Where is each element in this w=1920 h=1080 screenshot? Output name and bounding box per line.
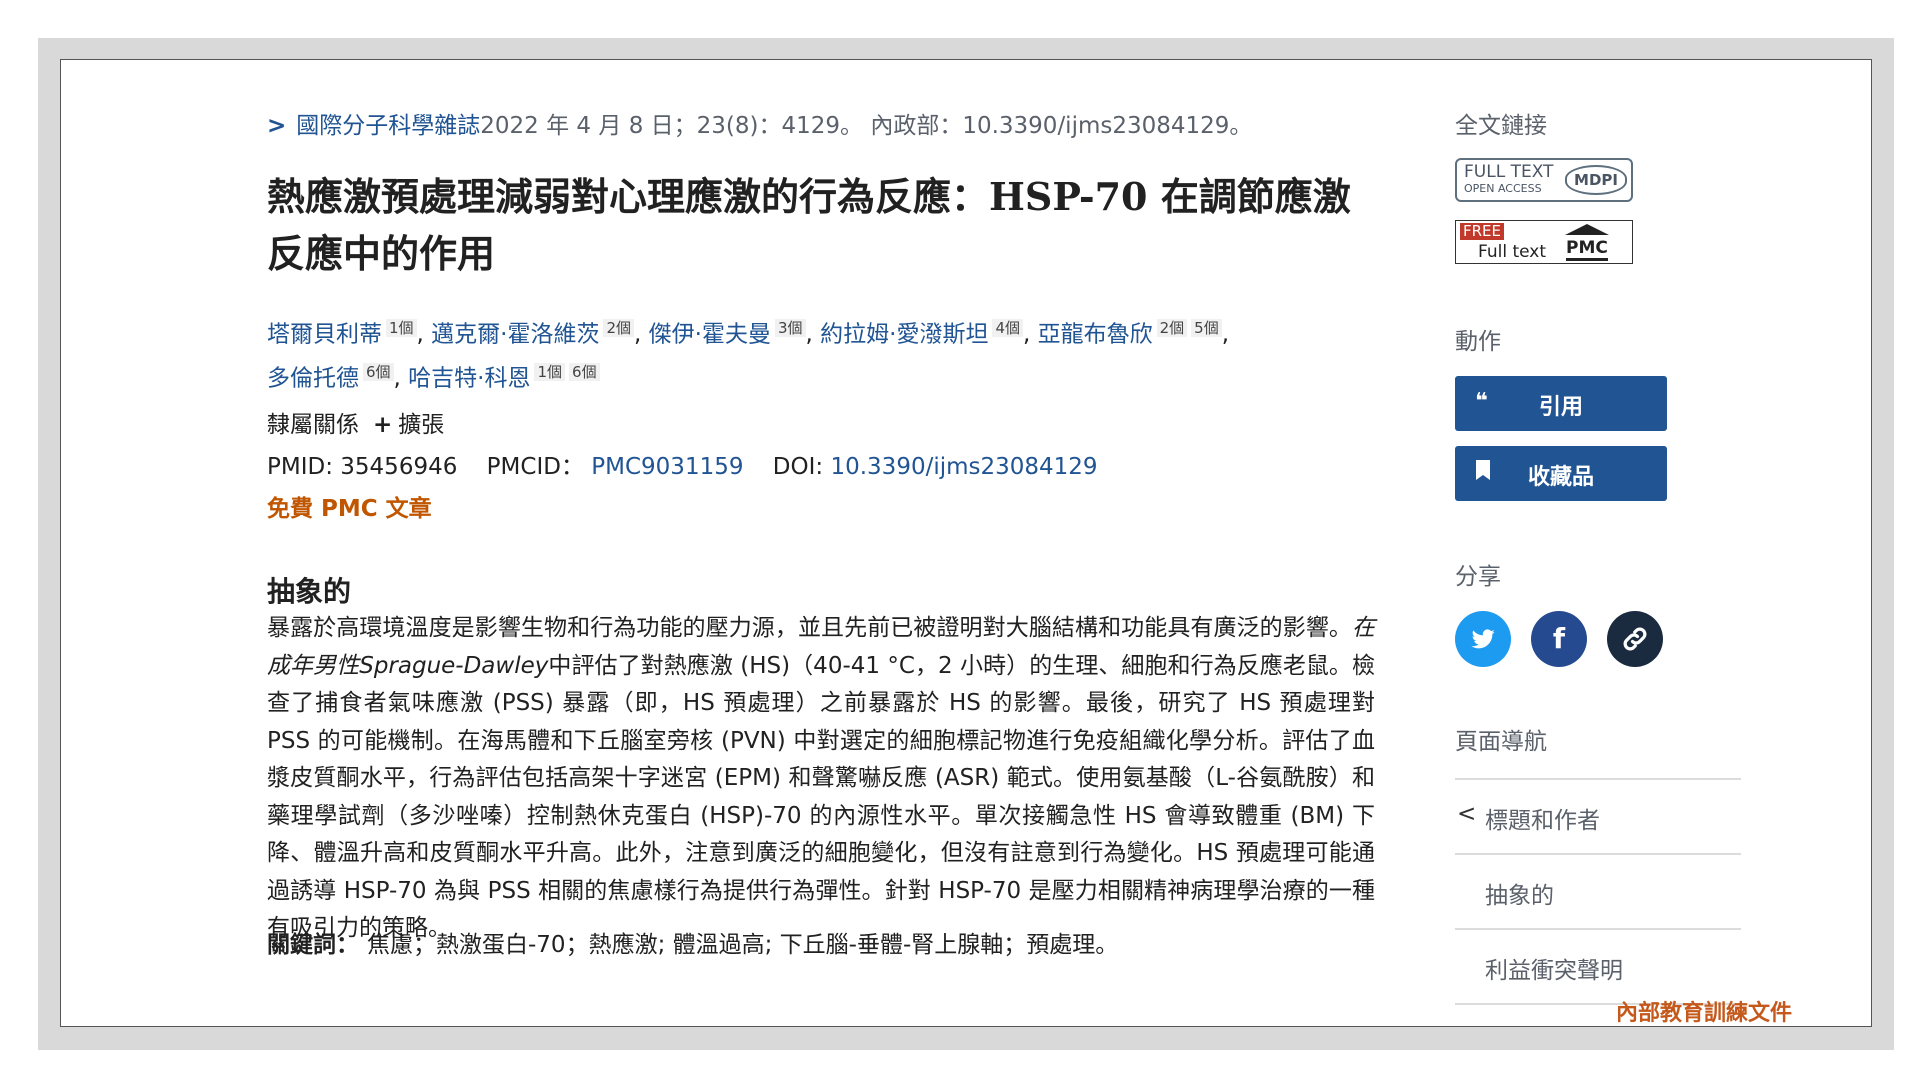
collections-button[interactable]: 收藏品: [1455, 446, 1667, 501]
nav-item-conflict-of-interest[interactable]: 利益衝突聲明: [1485, 951, 1623, 985]
page-nav-heading: 頁面導航: [1455, 729, 1547, 755]
author-link[interactable]: 傑伊·霍夫曼: [649, 322, 771, 348]
affiliation-ref[interactable]: 1個: [534, 362, 566, 381]
nav-item-label: 標題和作者: [1485, 808, 1600, 834]
mdpi-badge-line1: FULL TEXT: [1464, 162, 1554, 182]
citation-details: 2022 年 4 月 8 日；23(8)：4129。 內政部：10.3390/i…: [480, 113, 1253, 139]
pmc-full-text-label: Full text: [1478, 242, 1547, 262]
abstract-heading: 抽象的: [267, 575, 352, 608]
article-title: 熱應激預處理減弱對心理應激的行為反應：HSP-70 在調節應激反應中的作用: [267, 174, 1351, 276]
collections-label: 收藏品: [1527, 465, 1594, 490]
chevron-right-icon: >: [267, 113, 287, 139]
affiliation-ref[interactable]: 2個: [1156, 319, 1188, 337]
identifiers: PMID: 35456946 PMCID： PMC9031159 DOI: 10…: [267, 447, 1098, 481]
pmc-full-text-link[interactable]: FREE Full text PMC: [1455, 220, 1633, 264]
watermark: 內部教育訓練文件: [1616, 1000, 1793, 1026]
nav-divider: [1455, 928, 1741, 930]
mdpi-full-text-link[interactable]: FULL TEXT OPEN ACCESS MDPI: [1455, 158, 1633, 202]
pmcid-link[interactable]: PMC9031159: [591, 454, 743, 480]
twitter-icon: [1471, 629, 1495, 649]
nav-item-title-authors[interactable]: < 標題和作者: [1457, 801, 1600, 835]
pmid-value: 35456946: [340, 454, 458, 480]
affiliations-toggle[interactable]: 隸屬關係 + 擴張: [267, 405, 444, 439]
pmid-label: PMID:: [267, 454, 333, 480]
mdpi-logo: MDPI: [1565, 165, 1627, 195]
pmcid-label: PMCID：: [486, 454, 584, 480]
share-heading: 分享: [1455, 564, 1501, 590]
affiliations-label: 隸屬關係: [267, 412, 359, 438]
abstract-part-1: 暴露於高環境溫度是影響生物和行為功能的壓力源，並且先前已被證明對大腦結構和功能具…: [267, 615, 1352, 641]
pmc-logo: PMC: [1566, 238, 1608, 261]
actions-heading: 動作: [1455, 329, 1501, 355]
abstract-text: 暴露於高環境溫度是影響生物和行為功能的壓力源，並且先前已被證明對大腦結構和功能具…: [267, 610, 1375, 948]
journal-link[interactable]: 國際分子科學雜誌: [296, 113, 480, 139]
copy-link-button[interactable]: [1607, 611, 1663, 667]
affiliation-ref[interactable]: 2個: [603, 319, 635, 337]
link-icon: [1623, 627, 1647, 651]
cite-button[interactable]: ❝ 引用: [1455, 376, 1667, 431]
author-link[interactable]: 約拉姆·愛潑斯坦: [820, 322, 988, 348]
keywords: 關鍵詞： 焦慮；熱激蛋白-70；熱應激; 體溫過高; 下丘腦-垂體-腎上腺軸；預處…: [267, 925, 1118, 959]
author-link[interactable]: 塔爾貝利蒂: [267, 322, 382, 348]
keywords-label: 關鍵詞：: [267, 932, 359, 958]
author-list: 塔爾貝利蒂 1個, 邁克爾·霍洛維茨 2個, 傑伊·霍夫曼 3個, 約拉姆·愛潑斯坦 4…: [267, 319, 1230, 392]
free-pmc-label: 免費 PMC 文章: [267, 496, 432, 522]
pmc-free-tag: FREE: [1460, 223, 1505, 240]
author-link[interactable]: 多倫托德: [267, 365, 359, 391]
affiliation-ref[interactable]: 3個: [774, 319, 806, 337]
doi-link[interactable]: 10.3390/ijms23084129: [830, 454, 1097, 480]
nav-item-abstract[interactable]: 抽象的: [1485, 876, 1554, 910]
expand-label: 擴張: [398, 412, 445, 438]
abstract-part-2: 中評估了對熱應激 (HS)（40-41 °C，2 小時）的生理、細胞和行為反應老…: [267, 652, 1375, 942]
nav-divider: [1455, 853, 1741, 855]
plus-icon: +: [373, 412, 393, 438]
author-link[interactable]: 亞龍布魯欣: [1038, 322, 1153, 348]
affiliation-ref[interactable]: 5個: [1191, 319, 1222, 337]
article-page: > 國際分子科學雜誌2022 年 4 月 8 日；23(8)：4129。 內政部：…: [60, 59, 1872, 1027]
nav-item-label: 利益衝突聲明: [1485, 958, 1623, 984]
author-link[interactable]: 哈吉特·科恩: [408, 365, 530, 391]
doi-label: DOI:: [772, 454, 824, 480]
nav-divider: [1455, 778, 1741, 780]
keywords-list: 焦慮；熱激蛋白-70；熱應激; 體溫過高; 下丘腦-垂體-腎上腺軸；預處理。: [367, 932, 1119, 958]
author-link[interactable]: 邁克爾·霍洛維茨: [431, 322, 599, 348]
affiliation-ref[interactable]: 1個: [386, 319, 417, 337]
citation-line: > 國際分子科學雜誌2022 年 4 月 8 日；23(8)：4129。 內政部：…: [267, 106, 1252, 140]
affiliation-ref[interactable]: 6個: [363, 362, 394, 381]
pmc-roof-icon: [1565, 224, 1609, 235]
twitter-share-button[interactable]: [1455, 611, 1511, 667]
nav-item-label: 抽象的: [1485, 883, 1554, 909]
affiliation-ref[interactable]: 4個: [992, 319, 1023, 337]
cite-label: 引用: [1538, 395, 1583, 420]
mdpi-badge-line2: OPEN ACCESS: [1464, 182, 1542, 195]
affiliation-ref[interactable]: 6個: [569, 362, 600, 381]
chevron-left-icon: <: [1457, 801, 1477, 827]
facebook-share-button[interactable]: f: [1531, 611, 1587, 667]
facebook-icon: f: [1552, 622, 1566, 655]
full-text-heading: 全文鏈接: [1455, 113, 1547, 139]
